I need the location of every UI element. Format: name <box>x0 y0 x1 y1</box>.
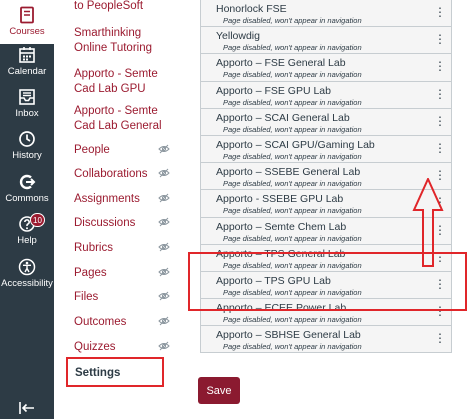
kebab-menu-icon[interactable]: ⋮ <box>434 33 446 45</box>
course-nav-item-collaborations[interactable]: Collaborations <box>74 167 184 182</box>
eye-slash-icon <box>158 216 170 233</box>
list-item[interactable]: Apporto – SCAI General Lab Page disabled,… <box>201 108 451 136</box>
item-name: Apporto – SSEBE General Lab <box>216 166 361 179</box>
list-item[interactable]: Apporto – SBHSE General Lab Page disabled… <box>201 326 451 354</box>
course-nav-label: Settings <box>75 367 121 379</box>
eye-slash-icon <box>158 241 170 258</box>
item-name: Apporto – FSE General Lab <box>216 57 346 70</box>
course-nav-item-people[interactable]: People <box>74 143 184 158</box>
kebab-menu-icon[interactable]: ⋮ <box>434 88 446 100</box>
inbox-icon <box>19 89 35 105</box>
course-nav-label: Outcomes <box>74 316 127 328</box>
global-nav-label: History <box>12 150 42 161</box>
list-item[interactable]: Apporto – SCAI GPU/Gaming Lab Page disabl… <box>201 135 451 164</box>
course-nav-item-rubrics[interactable]: Rubrics <box>74 241 184 256</box>
global-nav-accessibility[interactable]: Accessibility <box>0 258 54 289</box>
course-nav-label: to PeopleSoft <box>74 0 144 12</box>
eye-slash-icon <box>158 315 170 332</box>
list-item[interactable]: Honorlock FSE Page disabled, won't appear… <box>201 0 451 28</box>
eye-slash-icon <box>158 167 170 184</box>
global-nav-courses[interactable]: Courses <box>0 0 54 44</box>
item-name: Apporto – SCAI General Lab <box>216 111 350 124</box>
course-nav-label: Quizzes <box>74 341 116 353</box>
clock-icon <box>19 131 35 147</box>
eye-slash-icon <box>158 266 170 283</box>
global-nav-inbox[interactable]: Inbox <box>0 88 54 119</box>
course-nav-item-pages[interactable]: Pages <box>74 266 184 281</box>
global-nav-commons[interactable]: Commons <box>0 173 54 204</box>
course-nav-item-settings[interactable]: Settings <box>66 357 164 387</box>
course-nav-item[interactable]: to PeopleSoft <box>74 0 184 14</box>
course-nav-item-outcomes[interactable]: Outcomes <box>74 315 184 330</box>
kebab-menu-icon[interactable]: ⋮ <box>434 60 446 72</box>
item-name: Apporto – FSE GPU Lab <box>216 84 331 97</box>
course-nav-label: Assignments <box>74 193 140 205</box>
list-item[interactable]: Apporto – FSE General Lab Page disabled, … <box>201 54 451 82</box>
item-status: Page disabled, won't appear in navigatio… <box>223 70 362 80</box>
eye-slash-icon <box>158 340 170 357</box>
eye-slash-icon <box>158 143 170 160</box>
calendar-icon <box>19 47 35 63</box>
book-icon <box>20 6 34 24</box>
global-nav-label: Commons <box>5 193 49 204</box>
collapse-arrow-icon[interactable] <box>0 397 54 419</box>
kebab-menu-icon[interactable]: ⋮ <box>434 142 446 154</box>
course-nav-label: Pages <box>74 267 107 279</box>
accessibility-icon <box>18 258 36 276</box>
global-nav-label: Calendar <box>7 66 47 77</box>
up-arrow-annotation <box>412 176 444 273</box>
item-name: Apporto – SCAI GPU/Gaming Lab <box>216 138 375 151</box>
course-nav-item-quizzes[interactable]: Quizzes <box>74 340 184 355</box>
global-nav-history[interactable]: History <box>0 130 54 161</box>
course-nav-label: Collaborations <box>74 168 148 180</box>
save-button[interactable]: Save <box>198 377 240 404</box>
course-nav-item[interactable]: Apporto - Semte Cad Lab GPU <box>74 67 164 97</box>
eye-slash-icon <box>158 290 170 307</box>
global-nav: Courses Calendar Inbox History Commons 1… <box>0 0 54 419</box>
help-badge: 10 <box>30 213 45 227</box>
course-nav: to PeopleSoft Smarthinking Online Tutori… <box>54 0 184 419</box>
item-status: Page disabled, won't appear in navigatio… <box>223 151 362 161</box>
kebab-menu-icon[interactable]: ⋮ <box>434 6 446 18</box>
item-name: Yellowdig <box>216 30 260 43</box>
global-nav-calendar[interactable]: Calendar <box>0 46 54 77</box>
item-status: Page disabled, won't appear in navigatio… <box>223 342 362 352</box>
item-status: Page disabled, won't appear in navigatio… <box>223 97 362 107</box>
course-nav-item-assignments[interactable]: Assignments <box>74 192 184 207</box>
course-nav-label: Rubrics <box>74 242 113 254</box>
course-nav-label: People <box>74 144 110 156</box>
course-nav-label: Smarthinking Online Tutoring <box>74 27 152 54</box>
item-status: Page disabled, won't appear in navigatio… <box>223 124 362 134</box>
eye-slash-icon <box>158 192 170 209</box>
item-status: Page disabled, won't appear in navigatio… <box>223 43 362 53</box>
global-nav-label: Courses <box>9 26 45 37</box>
list-item[interactable]: Yellowdig Page disabled, won't appear in … <box>201 27 451 55</box>
course-nav-label: Discussions <box>74 217 136 229</box>
course-nav-label: Apporto - Semte Cad Lab GPU <box>74 68 158 95</box>
kebab-menu-icon[interactable]: ⋮ <box>434 332 446 344</box>
item-name: Honorlock FSE <box>216 3 287 15</box>
global-nav-label: Help <box>17 235 37 246</box>
item-status: Page disabled, won't appear in navigatio… <box>223 315 362 325</box>
course-nav-item[interactable]: Apporto - Semte Cad Lab General <box>74 104 164 134</box>
list-item[interactable]: Apporto – FSE GPU Lab Page disabled, won'… <box>201 81 451 109</box>
course-nav-item[interactable]: Smarthinking Online Tutoring <box>74 26 164 56</box>
course-nav-label: Files <box>74 291 99 303</box>
global-nav-label: Accessibility <box>1 278 53 289</box>
course-nav-label: Apporto - Semte Cad Lab General <box>74 105 162 132</box>
commons-icon <box>19 174 36 190</box>
course-nav-item-files[interactable]: Files <box>74 290 184 305</box>
item-status: Page disabled, won't appear in navigatio… <box>223 16 362 25</box>
kebab-menu-icon[interactable]: ⋮ <box>434 115 446 127</box>
global-nav-label: Inbox <box>15 108 39 119</box>
item-name: Apporto – SBHSE General Lab <box>216 329 361 342</box>
course-nav-item-discussions[interactable]: Discussions <box>74 216 184 231</box>
global-nav-help[interactable]: 10 Help <box>0 213 54 246</box>
